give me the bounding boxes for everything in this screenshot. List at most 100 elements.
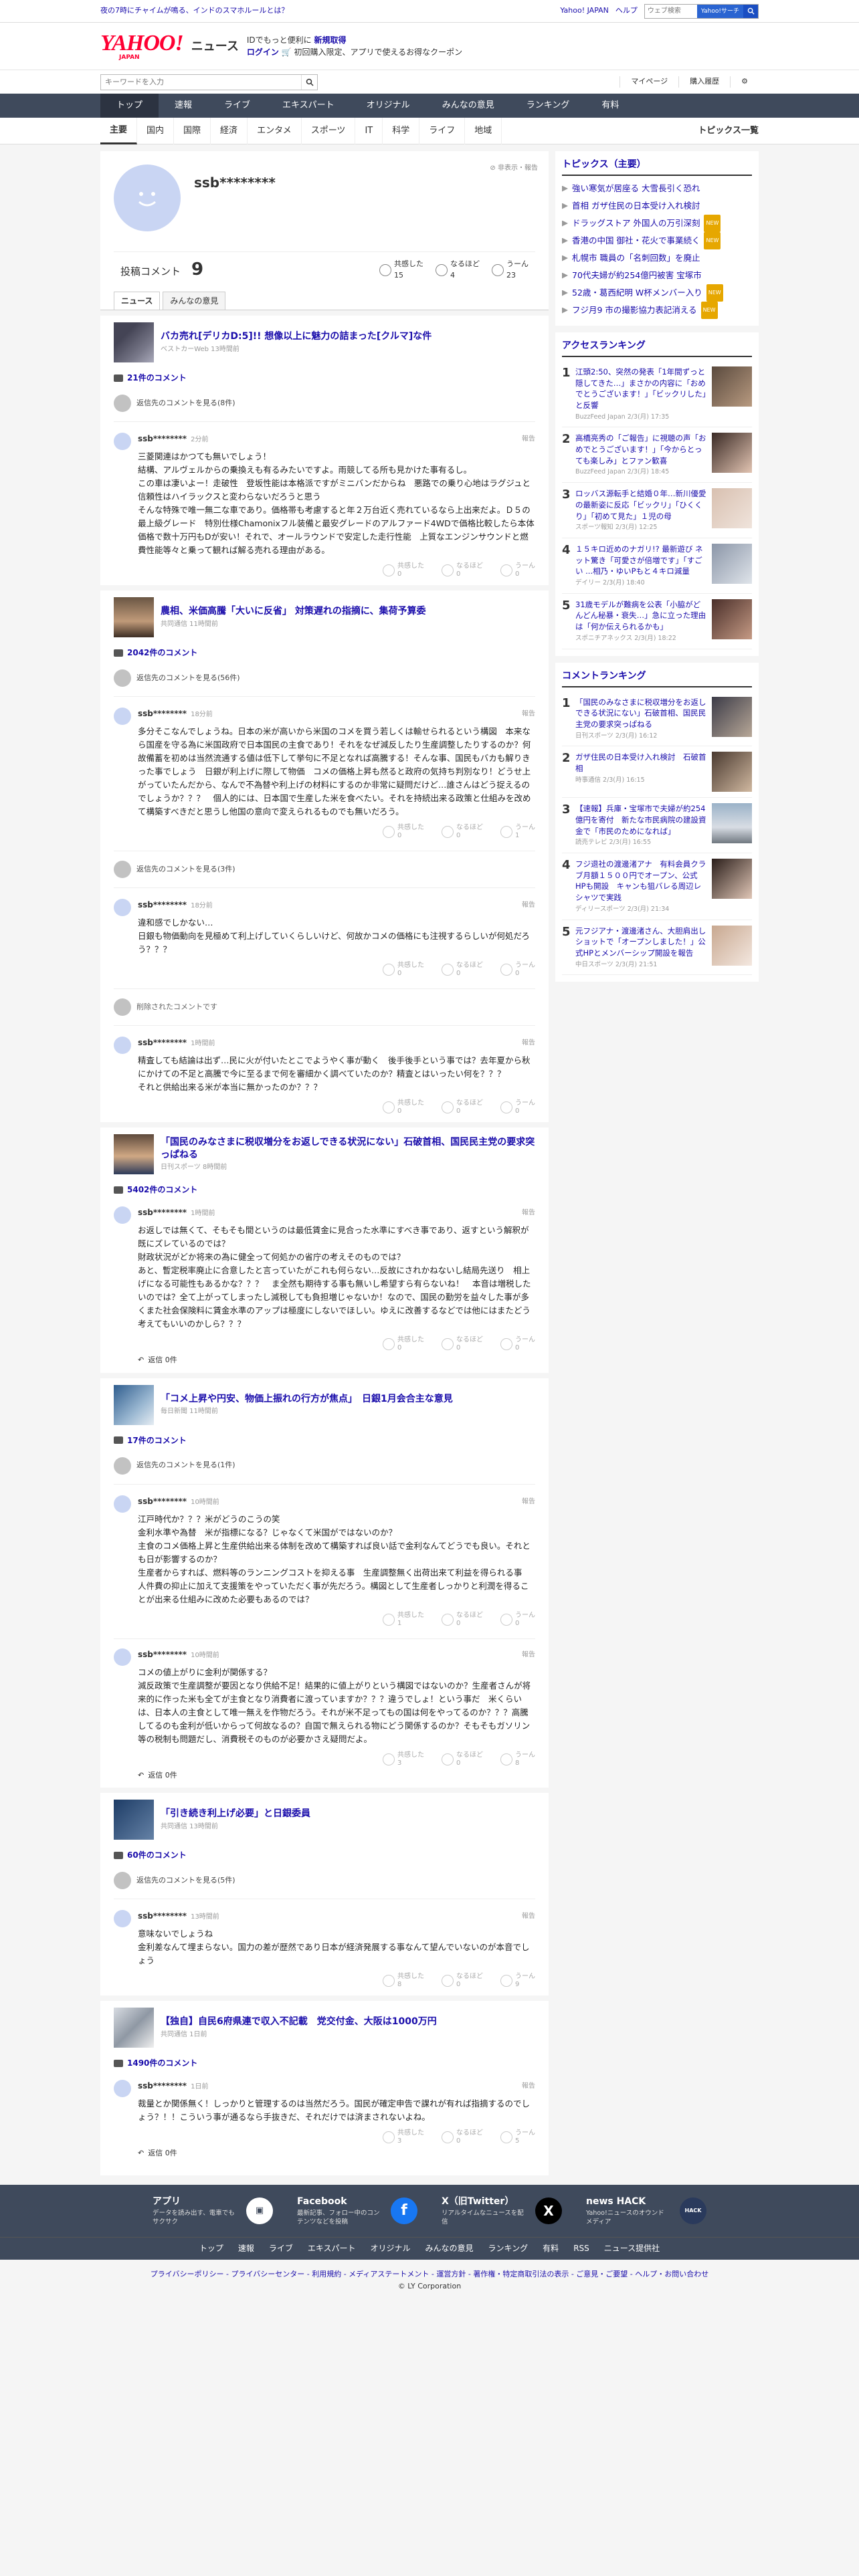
cat-life[interactable]: ライフ <box>419 117 466 144</box>
naruhodo-button[interactable]: なるほど 0 <box>442 1973 483 1989</box>
comment-count-link[interactable]: 60件のコメント <box>127 1849 187 1861</box>
empathy-button[interactable]: 共感した 3 <box>383 1751 424 1767</box>
nav-live[interactable]: ライブ <box>208 94 266 118</box>
uun-button[interactable]: うーん 0 <box>500 1336 535 1352</box>
uun-button[interactable]: うーん 5 <box>500 2129 535 2145</box>
empathy-button[interactable]: 共感した 3 <box>383 2129 424 2145</box>
naruhodo-button[interactable]: なるほど 0 <box>442 1099 483 1115</box>
nav-breaking[interactable]: 速報 <box>159 94 208 118</box>
ranking-item[interactable]: 3 【速報】兵庫・宝塚市で夫婦が約254億円を寄付 新たな市民病院の建設資金で「市… <box>562 798 752 854</box>
newshack-promo[interactable]: news HACK Yahoo!ニュースのオウンドメディア HACK <box>586 2195 706 2227</box>
naruhodo-button[interactable]: なるほど 0 <box>442 2129 483 2145</box>
article-title[interactable]: 「引き続き利上げ必要」と日銀委員 <box>161 1808 310 1820</box>
footer-link[interactable]: ライブ <box>269 2242 293 2254</box>
article-title[interactable]: 「国民のみなさまに税収増分をお返しできる状況にない」石破首相、国民民主党の要求突… <box>161 1136 535 1162</box>
empathy-button[interactable]: 共感した 0 <box>383 1099 424 1115</box>
cat-science[interactable]: 科学 <box>383 117 420 144</box>
report-link[interactable]: 報告 <box>522 434 535 444</box>
report-link[interactable]: 報告 <box>522 900 535 910</box>
parent-comment-link[interactable]: 返信先のコメントを見る(56件) <box>136 673 240 684</box>
topic-item[interactable]: 首相 ガザ住民の日本受け入れ検討 <box>562 197 752 215</box>
comment-count-link[interactable]: 2042件のコメント <box>127 647 197 659</box>
naruhodo-button[interactable]: なるほど 0 <box>442 824 483 840</box>
uun-button[interactable]: うーん 8 <box>500 1751 535 1767</box>
ranking-item[interactable]: 1 「国民のみなさまに税収増分をお返しできる状況にない」石破首相、国民民主党の要求… <box>562 691 752 747</box>
uun-button[interactable]: うーん 0 <box>500 1099 535 1115</box>
naruhodo-button[interactable]: なるほど 0 <box>442 1336 483 1352</box>
empathy-button[interactable]: 共感した 0 <box>383 962 424 978</box>
ranking-item[interactable]: 1 江頭2:50、突然の発表「1年間ずっと隠してきた…」まさかの内容に「おめでとう… <box>562 361 752 428</box>
uun-button[interactable]: うーん 9 <box>500 1973 535 1989</box>
uun-button[interactable]: うーん 0 <box>500 962 535 978</box>
cat-economy[interactable]: 経済 <box>211 117 248 144</box>
report-link[interactable]: 報告 <box>522 1497 535 1507</box>
nav-expert[interactable]: エキスパート <box>266 94 351 118</box>
reply-link[interactable]: ↶ 返信 0件 <box>138 1355 535 1366</box>
search-icon[interactable] <box>743 4 758 18</box>
comment-count-link[interactable]: 21件のコメント <box>127 372 187 384</box>
naruhodo-button[interactable]: なるほど 0 <box>442 562 483 578</box>
article-title[interactable]: 【独自】自民6府県連で収入不記載 党交付金、大阪は1000万円 <box>161 2016 437 2028</box>
naruhodo-button[interactable]: なるほど 0 <box>442 1751 483 1767</box>
cat-main[interactable]: 主要 <box>100 117 138 144</box>
empathy-button[interactable]: 共感した 1 <box>383 1612 424 1628</box>
ranking-item[interactable]: 2 ガザ住民の日本受け入れ検討 石破首相 時事通信 2/3(月) 16:15 <box>562 746 752 798</box>
empathy-button[interactable]: 共感した 0 <box>383 824 424 840</box>
footer-link[interactable]: トップ <box>199 2242 223 2254</box>
app-promo[interactable]: アプリ データを読み出す、電車でもサクサク ▣ <box>153 2195 273 2227</box>
topic-item[interactable]: ドラッグストア 外国人の万引深刻 NEW <box>562 215 752 232</box>
naruhodo-button[interactable]: なるほど 0 <box>442 962 483 978</box>
comment-count-link[interactable]: 5402件のコメント <box>127 1184 197 1196</box>
article-title[interactable]: バカ売れ[デリカD:5]!! 想像以上に魅力の詰まった[クルマ]な件 <box>161 330 432 343</box>
footer-link[interactable]: 有料 <box>543 2242 559 2254</box>
article-thumbnail[interactable] <box>114 2008 154 2048</box>
ranking-item[interactable]: 2 高橋亮秀の「ご報告」に視聴の声「おめでとうございます！」「今からとっても楽しみ… <box>562 427 752 484</box>
uun-button[interactable]: うーん 0 <box>500 562 535 578</box>
footer-link[interactable]: ニュース提供社 <box>604 2242 660 2254</box>
nav-ranking[interactable]: ランキング <box>510 94 586 118</box>
facebook-promo[interactable]: Facebook 最新記事、フォロー中のコンテンツなどを投稿 f <box>297 2195 417 2227</box>
purchase-history-link[interactable]: 購入履歴 <box>678 76 730 88</box>
report-link[interactable]: 報告 <box>522 1038 535 1048</box>
cat-it[interactable]: IT <box>355 117 383 144</box>
report-link[interactable]: 報告 <box>522 1208 535 1218</box>
article-thumbnail[interactable] <box>114 1384 154 1425</box>
report-link[interactable]: 報告 <box>522 1911 535 1921</box>
signup-link[interactable]: 新規取得 <box>314 35 346 45</box>
topics-all-link[interactable]: トピックス一覧 <box>698 124 759 138</box>
cat-sports[interactable]: スポーツ <box>302 117 356 144</box>
naruhodo-button[interactable]: なるほど 0 <box>442 1612 483 1628</box>
footer-link[interactable]: エキスパート <box>308 2242 356 2254</box>
reply-link[interactable]: ↶ 返信 0件 <box>138 1770 535 1782</box>
empathy-button[interactable]: 共感した 0 <box>383 1336 424 1352</box>
yahoo-japan-link[interactable]: Yahoo! JAPAN <box>560 5 609 17</box>
nav-top[interactable]: トップ <box>100 94 159 118</box>
report-link[interactable]: 報告 <box>522 709 535 719</box>
mypage-link[interactable]: マイページ <box>619 76 678 88</box>
empathy-button[interactable]: 共感した 8 <box>383 1973 424 1989</box>
ranking-item[interactable]: 4 １５キロ近めのナガリ!? 最新遊び ネット驚き「可愛さが倍増です」「すごい .… <box>562 538 752 594</box>
footer-legal-links[interactable]: プライバシーポリシー - プライバシーセンター - 利用規約 - メディアステー… <box>0 2269 859 2280</box>
comment-count-link[interactable]: 1490件のコメント <box>127 2057 197 2069</box>
article-title[interactable]: 「コメ上昇や円安、物価上振れの行方が焦点」 日銀1月会合主な意見 <box>161 1393 453 1406</box>
x-promo[interactable]: X（旧Twitter） リアルタイムなニュースを配信 X <box>442 2195 562 2227</box>
report-link[interactable]: 報告 <box>522 1650 535 1660</box>
login-link[interactable]: ログイン <box>247 47 279 57</box>
uun-button[interactable]: うーん 1 <box>500 824 535 840</box>
parent-comment-link[interactable]: 返信先のコメントを見る(3件) <box>136 864 235 875</box>
footer-link[interactable]: RSS <box>573 2242 589 2254</box>
tab-news[interactable]: ニュース <box>114 292 161 310</box>
logo[interactable]: YAHOO! JAPAN <box>100 31 184 61</box>
nav-opinions[interactable]: みんなの意見 <box>426 94 510 118</box>
topic-item[interactable]: 香港の中国 御社・花火で事業続く NEW <box>562 232 752 249</box>
search-icon[interactable] <box>301 74 317 90</box>
footer-link[interactable]: ランキング <box>488 2242 529 2254</box>
parent-comment-link[interactable]: 返信先のコメントを見る(5件) <box>136 1875 235 1887</box>
parent-comment-link[interactable]: 返信先のコメントを見る(1件) <box>136 1460 235 1471</box>
article-thumbnail[interactable] <box>114 1134 154 1174</box>
cat-domestic[interactable]: 国内 <box>137 117 175 144</box>
ranking-item[interactable]: 5 31歳モデルが難病を公表「小脇がどんどん秘暴・衰失…」急に立った理由は「何か伝… <box>562 594 752 649</box>
cat-entertainment[interactable]: エンタメ <box>248 117 302 144</box>
topic-item[interactable]: 52歳・葛西紀明 W杯メンバー入り NEW <box>562 284 752 302</box>
promo-link[interactable]: 夜の7時にチャイムが鳴る、インドのスマホルールとは？ <box>100 5 288 17</box>
